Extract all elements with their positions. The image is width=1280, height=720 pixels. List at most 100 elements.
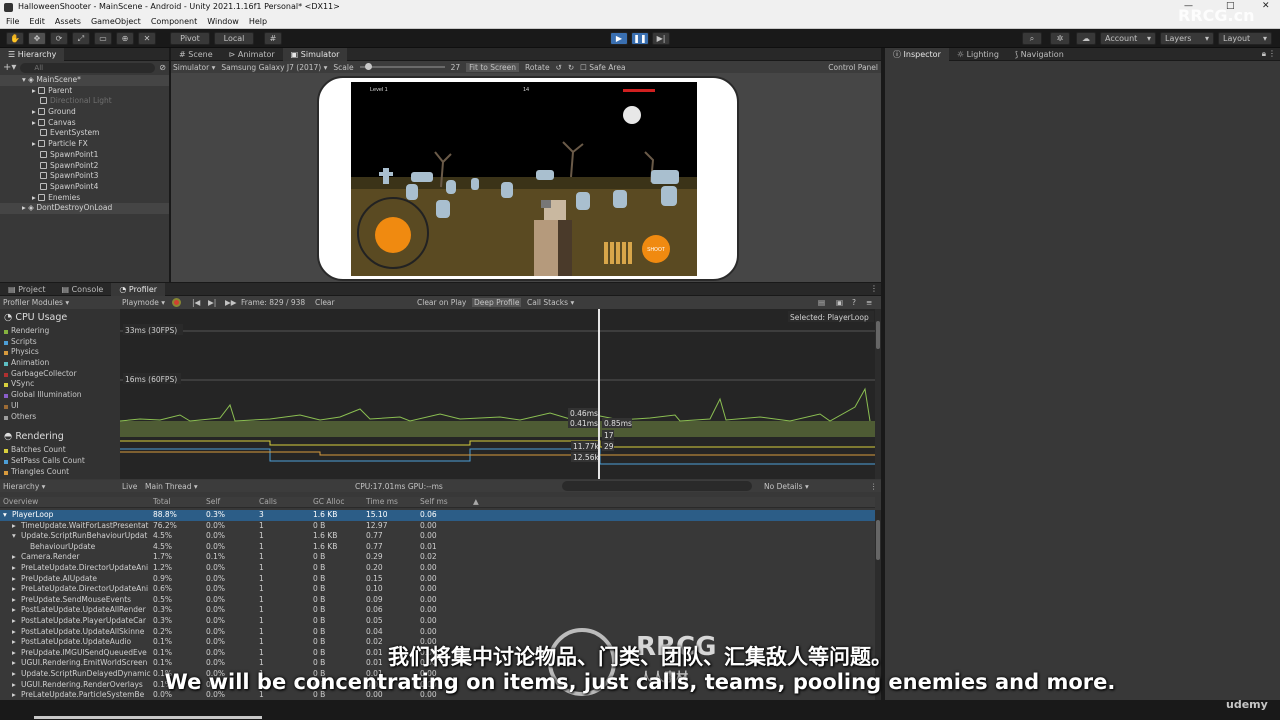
- live-toggle[interactable]: Live: [122, 482, 137, 491]
- row-expand-icon[interactable]: ▸: [12, 616, 16, 627]
- legend-item[interactable]: Triangles Count: [0, 467, 120, 478]
- table-row[interactable]: ▸ PostLateUpdate.UpdateAllRender 0.3% 0.0% 1…: [0, 605, 875, 616]
- row-expand-icon[interactable]: ▸: [12, 584, 16, 595]
- row-expand-icon[interactable]: ▾: [12, 531, 16, 542]
- hand-tool-icon[interactable]: ✋: [6, 32, 24, 45]
- search-icon[interactable]: ⌕: [1022, 32, 1042, 45]
- next-frame-icon[interactable]: ▶|: [208, 298, 216, 307]
- simulator-mode-dropdown[interactable]: Simulator ▾: [173, 63, 215, 72]
- graph-scrollbar[interactable]: [875, 309, 881, 479]
- fit-to-screen-button[interactable]: Fit to Screen: [466, 62, 520, 72]
- legend-item[interactable]: UI: [0, 401, 120, 412]
- thread-dropdown[interactable]: Main Thread ▾: [145, 482, 198, 491]
- tab-animator[interactable]: ⊳ Animator: [221, 48, 283, 61]
- legend-item[interactable]: GarbageCollector: [0, 369, 120, 380]
- hierarchy-search-input[interactable]: All: [20, 62, 156, 73]
- col-overview[interactable]: Overview: [3, 497, 38, 508]
- more-menu-icon[interactable]: ⋮: [870, 482, 878, 491]
- hierarchy-item[interactable]: SpawnPoint1: [0, 150, 169, 161]
- clear-on-play-toggle[interactable]: Clear on Play: [417, 298, 466, 307]
- tab-project[interactable]: ▤ Project: [0, 283, 53, 296]
- clear-button[interactable]: Clear: [315, 298, 335, 307]
- record-button[interactable]: [172, 298, 181, 307]
- menu-help[interactable]: Help: [249, 17, 267, 26]
- hierarchy-item[interactable]: Directional Light: [0, 96, 169, 107]
- table-row[interactable]: ▾ Update.ScriptRunBehaviourUpdat 4.5% 0.0% 1…: [0, 531, 875, 542]
- settings-icon[interactable]: ≡: [866, 298, 872, 307]
- layout-dropdown[interactable]: Layout ▾: [1218, 32, 1272, 45]
- tab-simulator[interactable]: ▣ Simulator: [282, 48, 348, 61]
- warning-icon[interactable]: ▲: [473, 497, 479, 508]
- playmode-dropdown[interactable]: Playmode ▾: [122, 298, 165, 307]
- local-toggle[interactable]: Local: [214, 32, 254, 45]
- table-row[interactable]: BehaviourUpdate 4.5% 0.0% 1 1.6 KB 0.77 0.01: [0, 542, 875, 553]
- rect-tool-icon[interactable]: ▭: [94, 32, 112, 45]
- menu-assets[interactable]: Assets: [55, 17, 81, 26]
- col-gc-alloc[interactable]: GC Alloc: [313, 497, 344, 508]
- video-progress-bar[interactable]: [34, 716, 262, 719]
- play-button[interactable]: ▶: [610, 32, 628, 45]
- row-expand-icon[interactable]: ▸: [12, 595, 16, 606]
- legend-item[interactable]: Others: [0, 412, 120, 423]
- more-menu-icon[interactable]: ⋮: [870, 284, 878, 293]
- legend-item[interactable]: Physics: [0, 347, 120, 358]
- hierarchy-item[interactable]: ▸ Ground: [0, 107, 169, 118]
- hierarchy-item[interactable]: SpawnPoint4: [0, 182, 169, 193]
- tab-inspector[interactable]: ⓘ Inspector: [885, 48, 949, 61]
- legend-item[interactable]: Global Illumination: [0, 390, 120, 401]
- col-self-ms[interactable]: Self ms: [420, 497, 448, 508]
- layers-dropdown[interactable]: Layers ▾: [1160, 32, 1214, 45]
- cpu-usage-graph[interactable]: 33ms (30FPS) 16ms (60FPS) Selected: Play…: [119, 309, 875, 479]
- dontdestroy-item[interactable]: ▸ ◈ DontDestroyOnLoad: [0, 203, 169, 214]
- rotate-right-icon[interactable]: ↻: [568, 63, 574, 72]
- pivot-toggle[interactable]: Pivot: [170, 32, 210, 45]
- table-scrollbar-thumb[interactable]: [876, 520, 880, 560]
- row-expand-icon[interactable]: ▸: [12, 627, 16, 638]
- scene-item[interactable]: ▾ ◈ MainScene*: [0, 75, 169, 86]
- step-button[interactable]: ▶|: [652, 32, 670, 45]
- device-dropdown[interactable]: Samsung Galaxy J7 (2017) ▾: [221, 63, 327, 72]
- more-menu-icon[interactable]: ⋮: [1268, 49, 1276, 58]
- transform-tool-icon[interactable]: ⊕: [116, 32, 134, 45]
- hierarchy-item[interactable]: ▸ Parent: [0, 86, 169, 97]
- cpu-usage-header[interactable]: ◔ CPU Usage: [0, 309, 120, 326]
- search-filter-icon[interactable]: ⊘: [159, 63, 166, 72]
- row-expand-icon[interactable]: ▸: [12, 563, 16, 574]
- save-icon[interactable]: ▣: [836, 298, 843, 307]
- tab-profiler[interactable]: ◔ Profiler: [111, 283, 166, 296]
- cloud-icon[interactable]: ☁: [1076, 32, 1096, 45]
- close-button[interactable]: ✕: [1262, 1, 1270, 11]
- rendering-header[interactable]: ◓ Rendering: [0, 428, 120, 445]
- legend-item[interactable]: VSync: [0, 379, 120, 390]
- table-row[interactable]: ▸ PreLateUpdate.DirectorUpdateAni 1.2% 0.0%…: [0, 563, 875, 574]
- legend-item[interactable]: Animation: [0, 358, 120, 369]
- pause-button[interactable]: ❚❚: [631, 32, 649, 45]
- table-row[interactable]: ▸ Camera.Render 1.7% 0.1% 1 0 B 0.29 0.02: [0, 552, 875, 563]
- table-row[interactable]: ▸ PostLateUpdate.PlayerUpdateCar 0.3% 0.0% 1…: [0, 616, 875, 627]
- graph-scrollbar-thumb[interactable]: [876, 321, 880, 349]
- tab-hierarchy[interactable]: ☰ Hierarchy: [0, 48, 65, 61]
- menu-gameobject[interactable]: GameObject: [91, 17, 141, 26]
- table-row[interactable]: ▸ PreLateUpdate.DirectorUpdateAni 0.6% 0.0%…: [0, 584, 875, 595]
- row-expand-icon[interactable]: ▾: [3, 510, 7, 521]
- legend-item[interactable]: Scripts: [0, 337, 120, 348]
- control-panel-button[interactable]: Control Panel: [828, 63, 878, 72]
- menu-edit[interactable]: Edit: [29, 17, 45, 26]
- move-tool-icon[interactable]: ✥: [28, 32, 46, 45]
- help-icon[interactable]: ?: [852, 298, 856, 307]
- row-expand-icon[interactable]: ▸: [12, 605, 16, 616]
- grid-snap-icon[interactable]: #: [264, 32, 282, 45]
- table-row[interactable]: ▸ TimeUpdate.WaitForLastPresentat 76.2% 0.0…: [0, 521, 875, 532]
- joystick-knob[interactable]: [375, 217, 411, 253]
- col-calls[interactable]: Calls: [259, 497, 277, 508]
- details-search-input[interactable]: [562, 481, 752, 491]
- game-view[interactable]: SHOOT Level 1 14: [351, 82, 697, 276]
- legend-item[interactable]: Batches Count: [0, 445, 120, 456]
- hierarchy-item[interactable]: SpawnPoint3: [0, 171, 169, 182]
- rotate-tool-icon[interactable]: ⟳: [50, 32, 68, 45]
- prev-frame-icon[interactable]: |◀: [192, 298, 200, 307]
- rotate-left-icon[interactable]: ↺: [556, 63, 562, 72]
- lock-icon[interactable]: 🔒︎: [1262, 49, 1266, 59]
- custom-tool-icon[interactable]: ✕: [138, 32, 156, 45]
- menu-file[interactable]: File: [6, 17, 19, 26]
